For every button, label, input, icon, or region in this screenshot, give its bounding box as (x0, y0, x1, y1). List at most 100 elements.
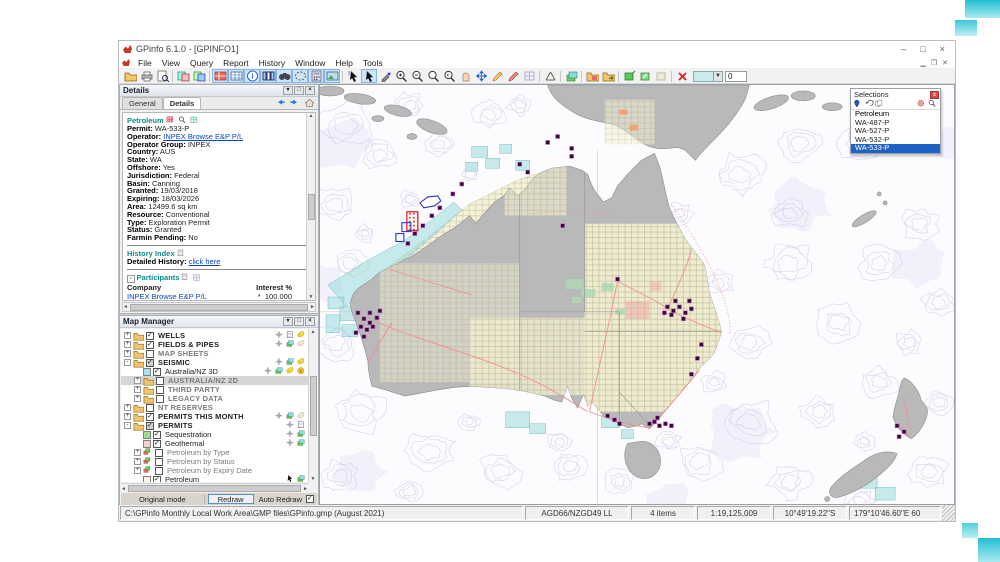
image-window-button[interactable] (324, 69, 340, 83)
panel-maximize-button[interactable]: □ (294, 317, 304, 326)
zoom-out-button[interactable] (409, 69, 425, 83)
layer-checkbox[interactable] (146, 422, 154, 430)
original-mode-button[interactable]: Original mode (121, 495, 205, 504)
expand-icon[interactable]: + (124, 341, 131, 348)
home-icon[interactable] (304, 98, 316, 108)
layer-checkbox[interactable] (146, 413, 154, 421)
map-icon[interactable] (190, 116, 200, 125)
layer-legacy-data[interactable]: +LEGACY DATA (121, 394, 317, 403)
layer-checkbox[interactable] (153, 368, 161, 376)
panel-close-button[interactable]: × (305, 317, 315, 326)
layer-checkbox[interactable] (146, 404, 154, 412)
legend-window-button[interactable] (228, 69, 244, 83)
print-preview-button[interactable] (154, 69, 170, 83)
tag-icon[interactable] (286, 367, 296, 376)
layer-geothermal[interactable]: Geothermal (121, 439, 317, 448)
zoom-window-button[interactable] (425, 69, 441, 83)
expand-icon[interactable]: + (134, 377, 141, 384)
clear-selection-button[interactable] (674, 69, 690, 83)
resize-grip[interactable] (942, 505, 955, 521)
minimize-button[interactable]: – (901, 44, 906, 54)
forward-icon[interactable] (289, 98, 301, 108)
layer-checkbox[interactable] (146, 332, 154, 340)
layer-checkbox[interactable] (156, 395, 164, 403)
menu-tools[interactable]: Tools (358, 58, 388, 68)
open-gmp-button[interactable] (584, 69, 600, 83)
menu-window[interactable]: Window (290, 58, 330, 68)
open-button[interactable] (122, 69, 138, 83)
zoom-previous-button[interactable] (441, 69, 457, 83)
layer-checkbox[interactable] (155, 458, 163, 466)
panel-maximize-button[interactable]: □ (294, 86, 304, 95)
details-horizontal-scrollbar[interactable]: ◄► (122, 302, 316, 312)
expand-icon[interactable]: + (134, 395, 141, 402)
profile-button[interactable] (542, 69, 558, 83)
selections-close-button[interactable]: x (930, 91, 939, 99)
calculator-button[interactable] (308, 69, 324, 83)
layer-checkbox[interactable] (156, 377, 164, 385)
cursor-icon[interactable] (286, 475, 296, 482)
expand-icon[interactable]: + (124, 332, 131, 339)
layer-petroleum[interactable]: Petroleum (121, 475, 317, 482)
page-icon[interactable] (297, 421, 307, 430)
wand-icon[interactable] (275, 340, 285, 349)
attribute-table-button[interactable] (260, 69, 276, 83)
selection-item-wa-533-p[interactable]: WA-533-P (851, 144, 940, 153)
menu-report[interactable]: Report (218, 58, 254, 68)
layers-icon[interactable] (297, 439, 307, 448)
menu-file[interactable]: File (133, 58, 157, 68)
wand-icon[interactable] (275, 331, 285, 340)
tag-icon[interactable] (297, 412, 307, 421)
undo-icon[interactable] (864, 99, 874, 109)
grid-select-button[interactable] (521, 69, 537, 83)
save-gmp-button[interactable] (600, 69, 616, 83)
highlight-icon[interactable] (917, 99, 927, 109)
layer-control-button[interactable] (563, 69, 579, 83)
layer-sequestration[interactable]: Sequestration (121, 430, 317, 439)
layer-checkbox[interactable] (153, 431, 161, 439)
selection-mode-button[interactable] (653, 69, 669, 83)
layer-checkbox[interactable] (155, 449, 163, 457)
tag-icon[interactable] (297, 331, 307, 340)
print-button[interactable] (138, 69, 154, 83)
panel-minimize-button[interactable]: ▾ (283, 317, 293, 326)
panel-close-button[interactable]: × (305, 86, 315, 95)
map-viewport[interactable]: Selections x PetroleumWA-487-PWA-527-PWA… (319, 84, 955, 505)
layer-checkbox[interactable] (146, 359, 154, 367)
layer-petroleum-by-type[interactable]: +Petroleum by Type (121, 448, 317, 457)
identify-button[interactable]: i (244, 69, 260, 83)
expand-icon[interactable]: + (134, 386, 141, 393)
detailed-history-link[interactable]: click here (189, 257, 221, 266)
layer-petroleum-by-expiry-date[interactable]: +Petroleum by Expiry Date (121, 466, 317, 475)
layers-icon[interactable] (286, 340, 296, 349)
tab-general[interactable]: General (122, 97, 163, 109)
warning-icon[interactable]: ! (297, 367, 307, 376)
pointer-button[interactable] (361, 69, 377, 83)
expand-icon[interactable]: + (124, 413, 131, 420)
navigate-button[interactable] (473, 69, 489, 83)
layer-checkbox[interactable] (156, 386, 164, 394)
scale-combo[interactable]: ▼ (693, 71, 723, 82)
wand-icon[interactable] (286, 430, 296, 439)
layer-permits[interactable]: -PERMITS (121, 421, 317, 430)
layers-icon[interactable] (286, 412, 296, 421)
mdi-close-button[interactable]: ✕ (942, 59, 948, 67)
layer-checkbox[interactable] (153, 440, 161, 448)
page-icon[interactable] (286, 331, 296, 340)
layer-checkbox[interactable] (146, 341, 154, 349)
tab-details[interactable]: Details (163, 97, 202, 109)
tree-horizontal-scrollbar[interactable]: ◄► (121, 483, 308, 493)
collapse-icon[interactable]: - (124, 422, 131, 429)
tag-icon[interactable] (297, 358, 307, 367)
tag-icon[interactable] (297, 340, 307, 349)
find-button[interactable] (276, 69, 292, 83)
pick-button[interactable] (377, 69, 393, 83)
measure-button[interactable] (489, 69, 505, 83)
wand-icon[interactable] (286, 439, 296, 448)
edit-selection-button[interactable] (637, 69, 653, 83)
participants-collapse[interactable]: − (127, 273, 135, 282)
participants-grid-icon[interactable] (192, 273, 201, 282)
menu-help[interactable]: Help (330, 58, 357, 68)
close-button[interactable]: × (940, 44, 945, 54)
deselect-button[interactable] (345, 69, 361, 83)
